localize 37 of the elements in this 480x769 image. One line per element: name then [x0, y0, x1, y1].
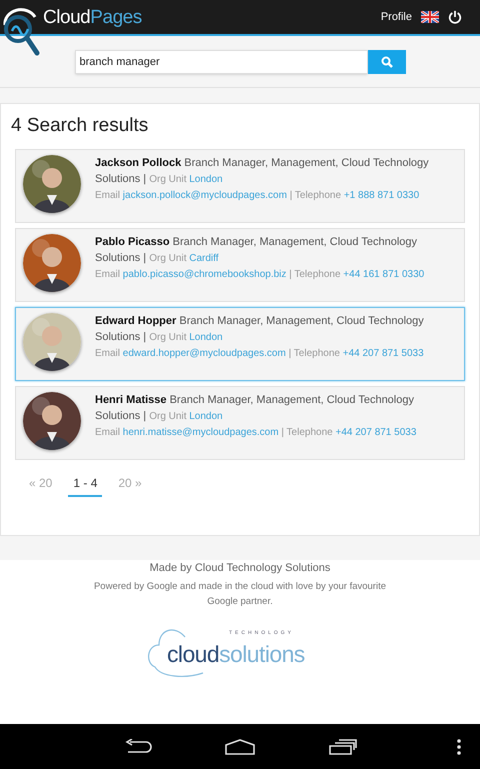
powered-by-text: Powered by Google and made in the cloud with love by your favourite Google partner.: [92, 580, 388, 609]
search-icon: [380, 56, 392, 68]
org-unit-link[interactable]: London: [189, 174, 223, 184]
contact-line: Email jackson.pollock@mycloudpages.com | Telephone +1 888 871 0330: [95, 188, 420, 202]
result-card[interactable]: Jackson Pollock Branch Manager, Management, Cloud Technology Solutions | Org Unit London Email jackson.pollock@mycloudpages.com | Telephone +1 888 871 0330: [15, 148, 465, 222]
search-button[interactable]: [368, 50, 406, 74]
email-link[interactable]: edward.hopper@mycloudpages.com: [122, 348, 286, 358]
email-link[interactable]: henri.matisse@mycloudpages.com: [122, 426, 279, 438]
pagination-link[interactable]: 20 »: [118, 474, 142, 496]
uk-flag-icon[interactable]: [421, 11, 439, 23]
app-logo: CloudPages: [43, 8, 142, 26]
back-icon[interactable]: [124, 738, 152, 754]
result-card[interactable]: Pablo Picasso Branch Manager, Management, Cloud Technology Solutions | Org Unit Cardiff Email pablo.picasso@chromebookshop.biz | Telephone +44 161 871 0330: [15, 228, 465, 302]
profile-link[interactable]: Profile: [380, 8, 412, 26]
made-by-text: Made by Cloud Technology Solutions: [150, 560, 330, 576]
results-heading: 4 Search results: [11, 114, 150, 138]
result-card[interactable]: Edward Hopper Branch Manager, Management, Cloud Technology Solutions | Org Unit London Email edward.hopper@mycloudpages.com | Telephone +44 207 871 5033: [15, 306, 465, 380]
org-unit-link[interactable]: London: [189, 410, 223, 422]
pagination-link[interactable]: 1 - 4: [68, 474, 102, 496]
telephone-link[interactable]: +44 207 871 5033: [342, 348, 424, 358]
more-options-icon[interactable]: [457, 738, 461, 754]
telephone-link[interactable]: +44 207 871 5033: [335, 426, 416, 438]
org-unit-link[interactable]: London: [189, 332, 223, 342]
org-unit-link[interactable]: Cardiff: [189, 252, 219, 264]
search-field[interactable]: branch manager: [74, 50, 368, 74]
email-link[interactable]: pablo.picasso@chromebookshop.biz: [122, 268, 286, 280]
power-icon[interactable]: [448, 10, 462, 24]
result-card[interactable]: Henri Matisse Branch Manager, Management, Cloud Technology Solutions | Org Unit London Email henri.matisse@mycloudpages.com | Telephone +44 207 871 5033: [15, 386, 465, 460]
contact-line: Email pablo.picasso@chromebookshop.biz | Telephone +44 161 871 0330: [95, 268, 426, 282]
telephone-link[interactable]: +1 888 871 0330: [344, 190, 420, 200]
pagination-link[interactable]: « 20: [29, 474, 52, 496]
email-link[interactable]: jackson.pollock@mycloudpages.com: [122, 190, 287, 200]
home-icon[interactable]: [225, 738, 255, 754]
contact-line: Email edward.hopper@mycloudpages.com | Telephone +44 207 871 5033: [95, 346, 425, 360]
contact-line: Email henri.matisse@mycloudpages.com | Telephone +44 207 871 5033: [95, 426, 418, 440]
telephone-link[interactable]: +44 161 871 0330: [343, 268, 424, 280]
recent-apps-icon[interactable]: [329, 738, 357, 754]
